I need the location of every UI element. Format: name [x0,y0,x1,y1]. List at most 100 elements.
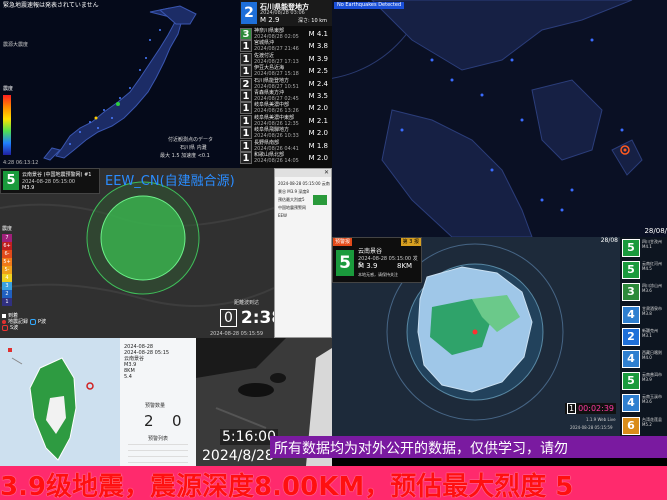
right-item-place: 甘肃酒泉市 [642,305,662,311]
legend-item: 2 [2,290,12,298]
right-item-place: 台湾花莲县 [642,416,662,422]
right-list-item[interactable]: 2 新疆克州 M3.1 [620,326,663,348]
key-p: P波 [38,319,47,325]
jma-list-panel: 2 石川県能登地方 2024/08/28 03:06 M 2.9 深さ: 10 … [240,0,332,168]
right-item-intensity: 5 [622,239,640,257]
right-item-mag: M3.6 [642,288,652,294]
right-item-mag: M3.1 [642,332,652,338]
jma-list-item[interactable]: 1 岐阜県美濃中東部 2024/08/26 12:35 M 2.1 [240,114,330,127]
jma-list-item[interactable]: 3 神奈川県東部 2024/08/28 02:05 M 4.1 [240,28,330,40]
item-time: 2024/08/27 10:51 [254,83,299,90]
jma-list-item[interactable]: 2 石川県能登地方 2024/08/27 10:51 M 2.4 [240,77,330,90]
right-item-intensity: 4 [622,305,640,324]
popup-line: EEW [278,213,288,218]
count-a: 2 [144,412,154,430]
jma-list-item[interactable]: 1 岐阜県美濃中部 2024/08/26 13:26 M 2.0 [240,102,330,115]
eew-overlay-title: EEW_CN(自建融合源) [105,174,235,189]
right-list-item[interactable]: 4 云南玉溪市 M3.6 [620,392,663,414]
china-header: 预警报 第 3 报 5 云南景谷 2024-08-28 05:15:00 发生 … [332,237,422,283]
jma-list-item[interactable]: 1 青森県東方沖 2024/08/27 02:45 M 3.5 [240,90,330,102]
jma-list-item[interactable]: 1 伊豆大島近海 2024/08/27 15:18 M 2.5 [240,65,330,78]
right-list-item[interactable]: 5 云南普洱市 M3.9 [620,370,663,392]
popup-close-icon[interactable]: ✕ [324,169,329,176]
header-intensity: 2 [241,2,257,24]
item-intensity: 1 [240,114,252,127]
right-list-item[interactable]: 5 四川甘孜州 M4.1 [620,237,663,259]
legend-item: 5- [2,266,12,274]
popup-window[interactable]: ✕ 2024-08-28 05:15:00 云南 景谷 M3.9 深度8 预估最大烈… [274,168,332,338]
right-item-intensity: 6 [622,416,640,435]
item-time: 2024/08/26 13:26 [254,108,299,115]
key-s: S波 [10,325,19,331]
jma-list-item[interactable]: 1 和歌山県北部 2024/08/26 14:05 M 2.0 [240,152,330,164]
right-item-mag: M5.2 [642,421,652,427]
china-eew-panel: 预警报 第 3 报 5 云南景谷 2024-08-28 05:15:00 发生 … [332,237,620,437]
right-item-mag: M4.5 [642,266,652,272]
china-cd-time: 00:02:39 [578,404,615,413]
notice-text: 所有数据均为对外公开的数据，仅供学习，请勿 [274,441,568,457]
eew-mag: M3.9 [22,185,35,191]
legend-item: 6+ [2,242,12,250]
jma-list-item[interactable]: 1 長野県南部 2024/08/26 04:41 M 1.8 [240,139,330,152]
item-intensity: 1 [240,52,252,65]
china-stamp: 2024-08-28 05:15:59 [570,425,613,430]
china-version: 1.1.9 Web Live [586,417,616,422]
list-title: 预警列表 [148,436,169,442]
key-dot-s [2,325,8,331]
item-intensity: 3 [240,28,252,40]
eew-intensity: 5 [3,171,19,190]
right-item-intensity: 4 [622,394,640,413]
right-list-item[interactable]: 4 甘肃酒泉市 M3.8 [620,304,663,326]
item-time: 2024/08/27 17:13 [254,58,299,65]
china-depth: 8KM [397,262,413,270]
jma-list-item[interactable]: 1 宮城県沖 2024/08/27 21:46 M 3.8 [240,40,330,53]
popup-line: 2024-08-28 05:15:00 云南 [278,181,330,186]
item-intensity: 1 [240,127,252,140]
header-depth: 深さ: 10 km [298,18,327,24]
right-item-intensity: 3 [622,283,640,302]
china-corner-date: 28/08 [600,237,618,244]
jma-list-item[interactable]: 1 佐渡付近 2024/08/27 17:13 M 3.9 [240,52,330,65]
jma-list-item[interactable]: 1 岐阜県飛騨地方 2024/08/26 10:33 M 2.0 [240,127,330,140]
item-intensity: 1 [240,102,252,115]
right-list-item[interactable]: 6 台湾花莲县 M5.2 [620,415,663,437]
main-ticker: 3.9级地震，震源深度8.00KM，预估最大烈度 5 [0,466,667,500]
right-list-item[interactable]: 5 云南红河州 M4.5 [620,259,663,281]
item-time: 2024/08/27 21:46 [254,46,299,53]
item-time: 2024/08/26 12:35 [254,120,299,127]
item-mag: M 2.1 [308,116,328,125]
item-intensity: 2 [240,77,252,90]
obs-place: 石川県 内灘 [180,145,207,151]
item-mag: M 4.1 [308,30,328,38]
intensity-legend: 7 6+ 6- 5+ 5- 4 3 2 1 [2,234,12,306]
legend-item: 5+ [2,258,12,266]
item-mag: M 2.0 [308,104,328,113]
globe-panel: No Earthquakes Detected 28/08/ [332,0,667,237]
item-intensity: 1 [240,65,252,78]
popup-badge [313,195,327,205]
item-mag: M 2.5 [308,67,328,76]
item-intensity: 1 [240,152,252,164]
countdown-label: 距離波到达 [234,300,260,306]
right-list-item[interactable]: 3 四川凉山州 M3.6 [620,281,663,303]
key-dot-record [2,320,6,324]
china-right-list: 5 四川甘孜州 M4.1 5 云南红河州 M4.5 3 四川凉山州 M3.6 4 甘肃酒泉市 M3.8… [620,237,667,437]
warn-label: 预警报 [333,238,353,246]
camera-date: 2024/8/28 [202,448,274,464]
eew-header: 5 云南景谷 (中国地震预警网) #1 2024-08-28 05:15:00 … [0,168,100,194]
count-title: 预警数量 [145,403,166,409]
countdown-box: 0 2:38 [220,308,274,328]
item-time: 2024/08/26 04:41 [254,145,299,152]
status-badge: No Earthquakes Detected [334,2,405,9]
countdown-time: 2:38 [240,308,274,328]
japan-map-panel: 緊急地震速報は発表されていません 震源大震度 震度 付近観測点のデータ 石川県 … [0,0,240,168]
legend-item: 4 [2,274,12,282]
legend-item: 1 [2,298,12,306]
taiwan-info-line: 5.4 [124,374,132,380]
right-item-intensity: 4 [622,350,640,368]
right-item-intensity: 2 [622,327,640,346]
item-mag: M 3.9 [308,54,328,63]
right-list-item[interactable]: 4 西藏日喀则 M4.0 [620,348,663,370]
intensity-scale [3,95,11,155]
region-label: 震源大震度 [3,42,29,48]
